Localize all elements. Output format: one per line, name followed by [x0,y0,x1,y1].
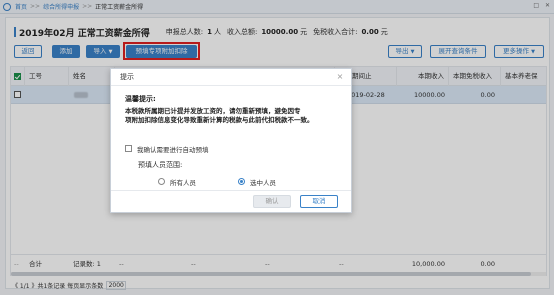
warm-tip-line1: 本税款所属期已计提并发放工资的，请勿重新预填，避免因专 [125,107,301,115]
confirm-prefill-checkbox-row[interactable]: 我确认需要进行自动预填 [125,144,209,154]
close-icon[interactable]: × [335,72,345,82]
dialog-message: 温馨提示: 本税款所属期已计提并发放工资的，请勿重新预填，避免因专 项附加扣除信… [125,94,343,125]
confirm-button[interactable]: 确认 [253,195,291,208]
radio-selected-icon[interactable] [238,178,245,185]
confirm-prefill-label[interactable]: 我确认需要进行自动预填 [137,144,209,154]
radio-selected-personnel[interactable]: 选中人员 [238,177,276,187]
prefill-scope-label: 预填人员范围: [138,161,183,169]
confirm-prefill-checkbox[interactable] [125,145,132,152]
dialog-divider [111,190,351,191]
warm-tip-title: 温馨提示: [125,95,156,103]
radio-all-label[interactable]: 所有人员 [170,177,196,187]
cancel-button[interactable]: 取消 [300,195,338,208]
radio-selected-label[interactable]: 选中人员 [250,177,276,187]
radio-all-icon[interactable] [158,178,165,185]
dialog-title: 提示 [111,69,351,86]
prompt-dialog: 提示 × 温馨提示: 本税款所属期已计提并发放工资的，请勿重新预填，避免因专 项… [110,68,352,213]
radio-all-personnel[interactable]: 所有人员 [158,177,196,187]
warm-tip-line2: 项附加扣除信息变化导致重新计算的税款与此前代扣税款不一致。 [125,116,314,124]
